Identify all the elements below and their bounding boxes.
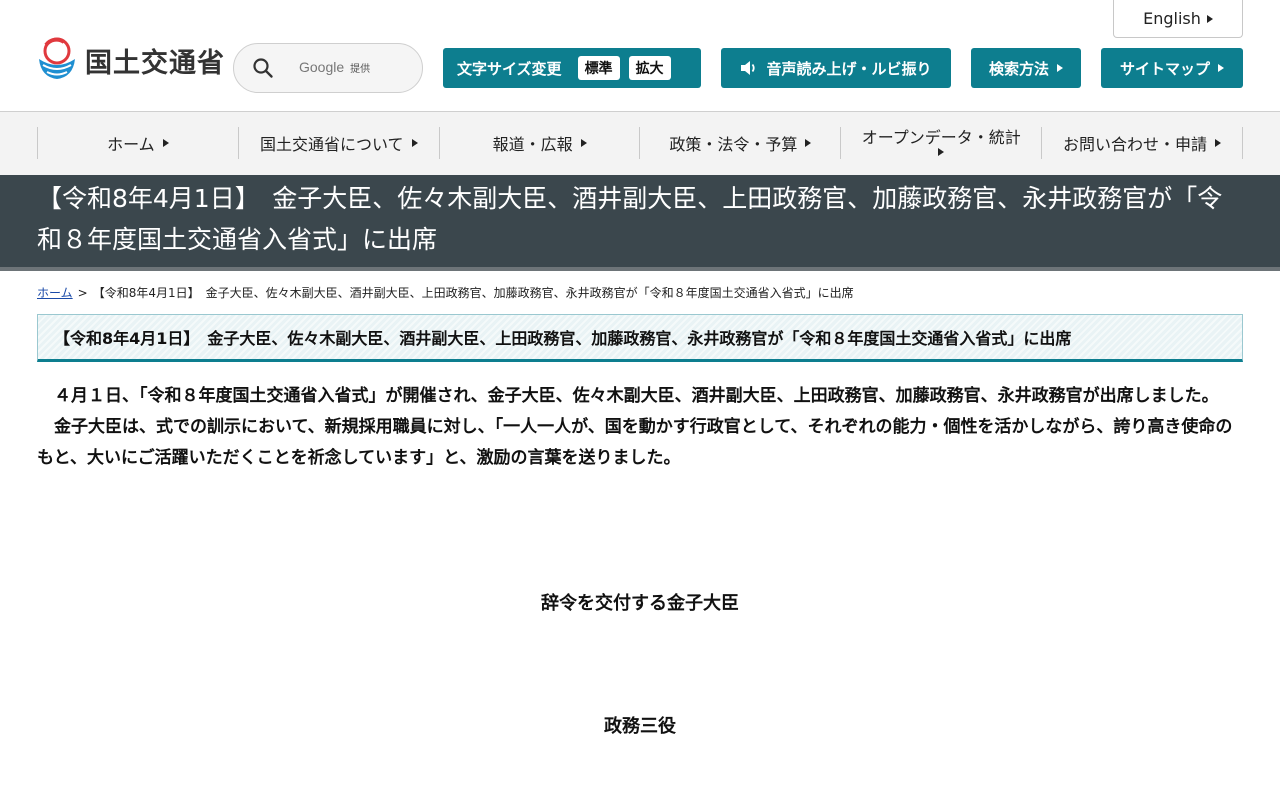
font-size-label: 文字サイズ変更: [457, 59, 562, 78]
site-name: 国土交通省: [85, 47, 225, 79]
nav-item-open-data[interactable]: オープンデータ・統計: [841, 127, 1043, 159]
english-link-label: English: [1143, 9, 1201, 28]
voice-ruby-button[interactable]: 音声読み上げ・ルビ振り: [721, 48, 951, 88]
breadcrumb-home-link[interactable]: ホーム: [37, 286, 73, 300]
triangle-right-icon: [1057, 64, 1063, 72]
sitemap-label: サイトマップ: [1119, 59, 1210, 78]
english-link[interactable]: English: [1113, 0, 1243, 38]
photo-caption: 政務三役: [604, 716, 676, 737]
nav-item-label: 国土交通省について: [259, 135, 404, 154]
nav-item-label: 報道・広報: [492, 135, 573, 154]
photo-caption: 辞令を交付する金子大臣: [541, 593, 739, 614]
nav-item-press[interactable]: 報道・広報: [440, 127, 641, 159]
font-standard-button[interactable]: 標準: [577, 56, 620, 80]
nav-item-about[interactable]: 国土交通省について: [239, 127, 440, 159]
nav-item-label: ホーム: [107, 135, 155, 154]
global-nav: ホーム 国土交通省について 報道・広報 政策・法令・予算 オープンデータ・統計 …: [0, 112, 1280, 175]
article-body: ４月１日、「令和８年度国土交通省入省式」が開催され、金子大臣、佐々木副大臣、酒井…: [37, 381, 1247, 474]
triangle-right-icon: [411, 139, 418, 147]
speaker-icon: [741, 61, 756, 75]
article-paragraph: ４月１日、「令和８年度国土交通省入省式」が開催され、金子大臣、佐々木副大臣、酒井…: [54, 386, 1219, 406]
nav-item-contact[interactable]: お問い合わせ・申請: [1042, 127, 1243, 159]
provided-label: 提供: [350, 64, 371, 75]
search-icon[interactable]: [252, 57, 274, 79]
search-method-label: 検索方法: [988, 59, 1049, 78]
nav-item-policy[interactable]: 政策・法令・予算: [640, 127, 842, 159]
font-large-button[interactable]: 拡大: [628, 56, 671, 80]
nav-item-home[interactable]: ホーム: [38, 127, 239, 159]
sitemap-button[interactable]: サイトマップ: [1101, 48, 1243, 88]
triangle-right-icon: [805, 139, 812, 147]
article-heading-text: 【令和8年4月1日】 金子大臣、佐々木副大臣、酒井副大臣、上田政務官、加藤政務官…: [54, 329, 1072, 348]
triangle-right-icon: [162, 139, 169, 147]
article-paragraph: 金子大臣は、式での訓示において、新規採用職員に対し、「一人一人が、国を動かす行政…: [37, 417, 1233, 468]
search-method-button[interactable]: 検索方法: [971, 48, 1081, 88]
google-brand: Google: [299, 59, 345, 75]
nav-item-label: 政策・法令・予算: [669, 135, 798, 154]
triangle-right-icon: [938, 148, 945, 156]
article-heading: 【令和8年4月1日】 金子大臣、佐々木副大臣、酒井副大臣、上田政務官、加藤政務官…: [37, 314, 1243, 362]
breadcrumb: ホーム > 【令和8年4月1日】 金子大臣、佐々木副大臣、酒井副大臣、上田政務官、加…: [37, 284, 854, 301]
triangle-right-icon: [1206, 14, 1213, 23]
site-search-input[interactable]: Google 提供: [233, 43, 423, 93]
triangle-right-icon: [1218, 64, 1224, 72]
page-title: 【令和8年4月1日】 金子大臣、佐々木副大臣、酒井副大臣、上田政務官、加藤政務官…: [37, 184, 1223, 254]
triangle-right-icon: [580, 139, 587, 147]
site-header: English 国土交通省 Google 提供 文字サイズ変更 標準 拡大 音声読…: [0, 0, 1280, 112]
voice-ruby-label: 音声読み上げ・ルビ振り: [766, 59, 932, 78]
breadcrumb-current: 【令和8年4月1日】 金子大臣、佐々木副大臣、酒井副大臣、上田政務官、加藤政務官…: [92, 286, 854, 300]
site-logo[interactable]: 国土交通省: [37, 36, 225, 84]
triangle-right-icon: [1215, 139, 1222, 147]
nav-item-label: お問い合わせ・申請: [1063, 135, 1208, 154]
google-provided-label: Google 提供: [299, 59, 370, 75]
breadcrumb-separator: >: [77, 286, 88, 300]
font-size-control: 文字サイズ変更 標準 拡大: [443, 48, 701, 88]
nav-item-label: オープンデータ・統計: [861, 128, 1021, 147]
global-nav-list: ホーム 国土交通省について 報道・広報 政策・法令・予算 オープンデータ・統計 …: [37, 127, 1243, 159]
mlit-logo-icon: [39, 37, 75, 79]
